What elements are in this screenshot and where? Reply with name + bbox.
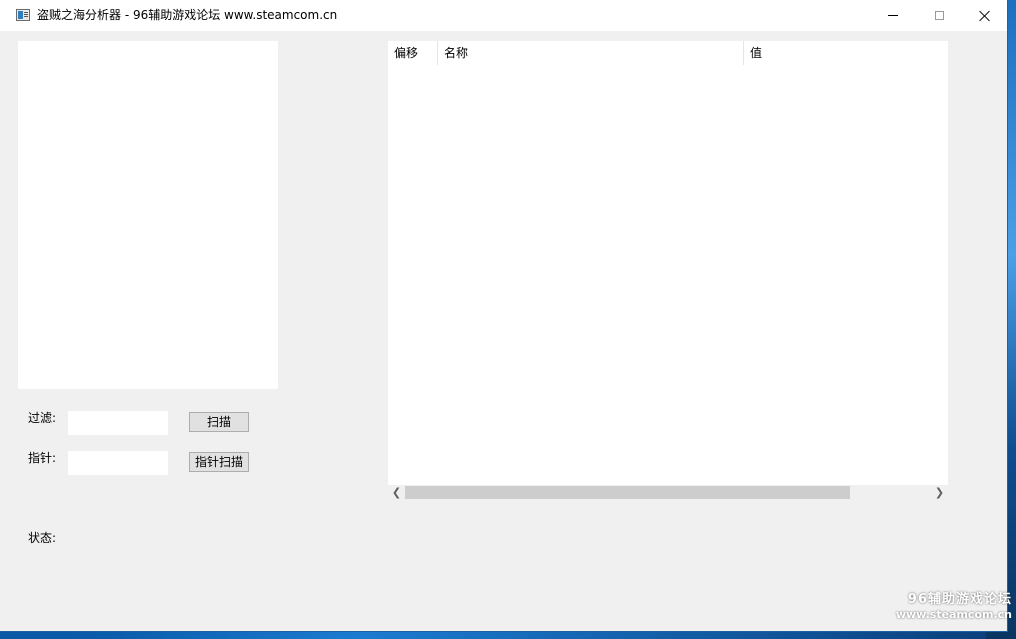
filter-input[interactable] <box>68 411 168 435</box>
close-button[interactable] <box>962 0 1008 31</box>
horizontal-scrollbar[interactable]: ❮ ❯ <box>388 485 948 500</box>
watermark-url: www.steamcom.cn <box>895 608 1012 621</box>
column-header-offset[interactable]: 偏移 <box>388 41 438 65</box>
minimize-icon <box>888 15 898 16</box>
close-icon <box>979 10 991 22</box>
column-header-name[interactable]: 名称 <box>438 41 744 65</box>
status-label: 状态: <box>28 531 57 545</box>
scroll-right-icon[interactable]: ❯ <box>931 485 948 500</box>
maximize-button[interactable] <box>916 0 962 31</box>
minimize-button[interactable] <box>870 0 916 31</box>
scrollbar-thumb[interactable] <box>405 486 850 499</box>
filter-label: 过滤: <box>28 411 57 425</box>
title-bar[interactable]: 盗贼之海分析器 - 96辅助游戏论坛 www.steamcom.cn <box>0 0 1007 31</box>
column-header-value[interactable]: 值 <box>744 41 948 65</box>
pointer-input[interactable] <box>68 451 168 475</box>
result-listview[interactable]: 偏移 名称 值 ❮ ❯ <box>388 41 948 500</box>
pointer-label: 指针: <box>28 451 57 465</box>
pointer-scan-button[interactable]: 指针扫描 <box>189 452 249 472</box>
scroll-left-icon[interactable]: ❮ <box>388 485 405 500</box>
scan-button[interactable]: 扫描 <box>189 412 249 432</box>
maximize-icon <box>934 11 944 20</box>
watermark-title: 96辅助游戏论坛 <box>907 592 1012 607</box>
app-window-icon[interactable] <box>16 9 30 21</box>
listview-header: 偏移 名称 值 <box>388 41 948 65</box>
analyzer-window: 盗贼之海分析器 - 96辅助游戏论坛 www.steamcom.cn 过滤: 扫… <box>0 0 1008 632</box>
object-listbox[interactable] <box>18 41 278 389</box>
forum-watermark: 96辅助游戏论坛 www.steamcom.cn <box>890 591 1012 622</box>
window-title: 盗贼之海分析器 - 96辅助游戏论坛 www.steamcom.cn <box>37 8 338 22</box>
